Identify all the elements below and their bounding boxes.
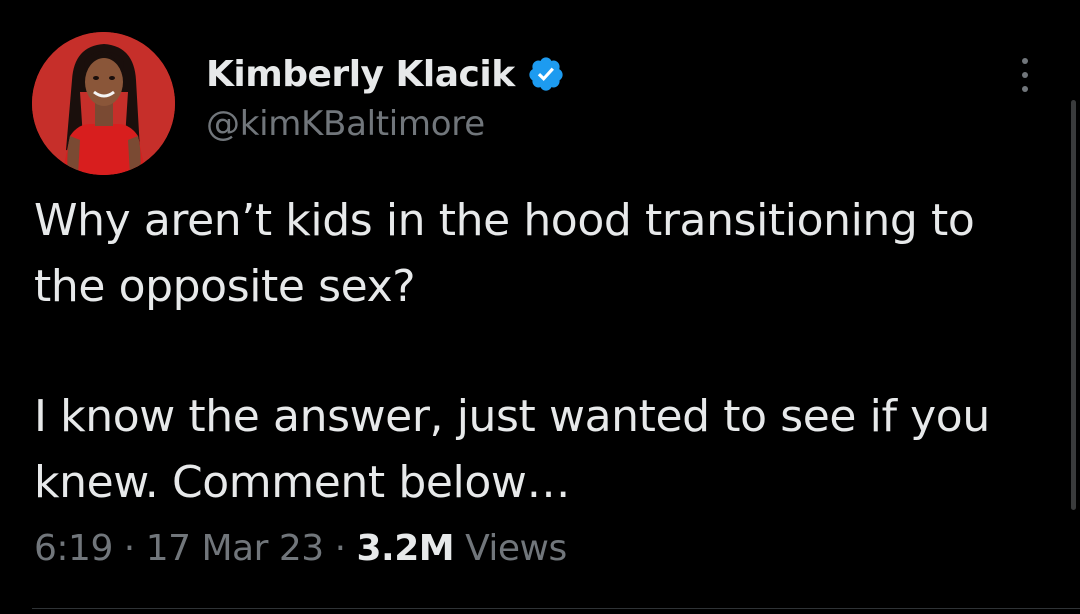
author-info: Kimberly Klacik @kimKBaltimore bbox=[206, 52, 565, 144]
author-handle[interactable]: @kimKBaltimore bbox=[206, 104, 565, 144]
meta-separator: · bbox=[334, 528, 346, 569]
divider bbox=[32, 608, 1080, 609]
views-label: Views bbox=[465, 528, 567, 569]
scrollbar[interactable] bbox=[1071, 100, 1076, 510]
meta-separator: · bbox=[123, 528, 135, 569]
author-display-name[interactable]: Kimberly Klacik bbox=[206, 54, 515, 95]
more-options-icon[interactable] bbox=[1010, 58, 1040, 92]
tweet-paragraph: I know the answer, just wanted to see if… bbox=[34, 391, 990, 508]
views-count: 3.2M bbox=[356, 528, 455, 569]
tweet-time[interactable]: 6:19 bbox=[34, 528, 113, 569]
tweet-paragraph: Why aren’t kids in the hood transitionin… bbox=[34, 195, 975, 312]
tweet-metadata: 6:19 · 17 Mar 23 · 3.2M Views bbox=[34, 528, 567, 569]
avatar-image bbox=[32, 32, 175, 175]
tweet-text: Why aren’t kids in the hood transitionin… bbox=[34, 188, 1044, 516]
avatar[interactable] bbox=[32, 32, 175, 175]
more-dot bbox=[1022, 58, 1028, 64]
more-dot bbox=[1022, 72, 1028, 78]
more-dot bbox=[1022, 86, 1028, 92]
tweet: Kimberly Klacik @kimKBaltimore Why aren’… bbox=[0, 0, 1080, 614]
verified-badge-icon[interactable] bbox=[527, 55, 565, 93]
author-name-row: Kimberly Klacik bbox=[206, 52, 565, 96]
tweet-date[interactable]: 17 Mar 23 bbox=[146, 528, 324, 569]
